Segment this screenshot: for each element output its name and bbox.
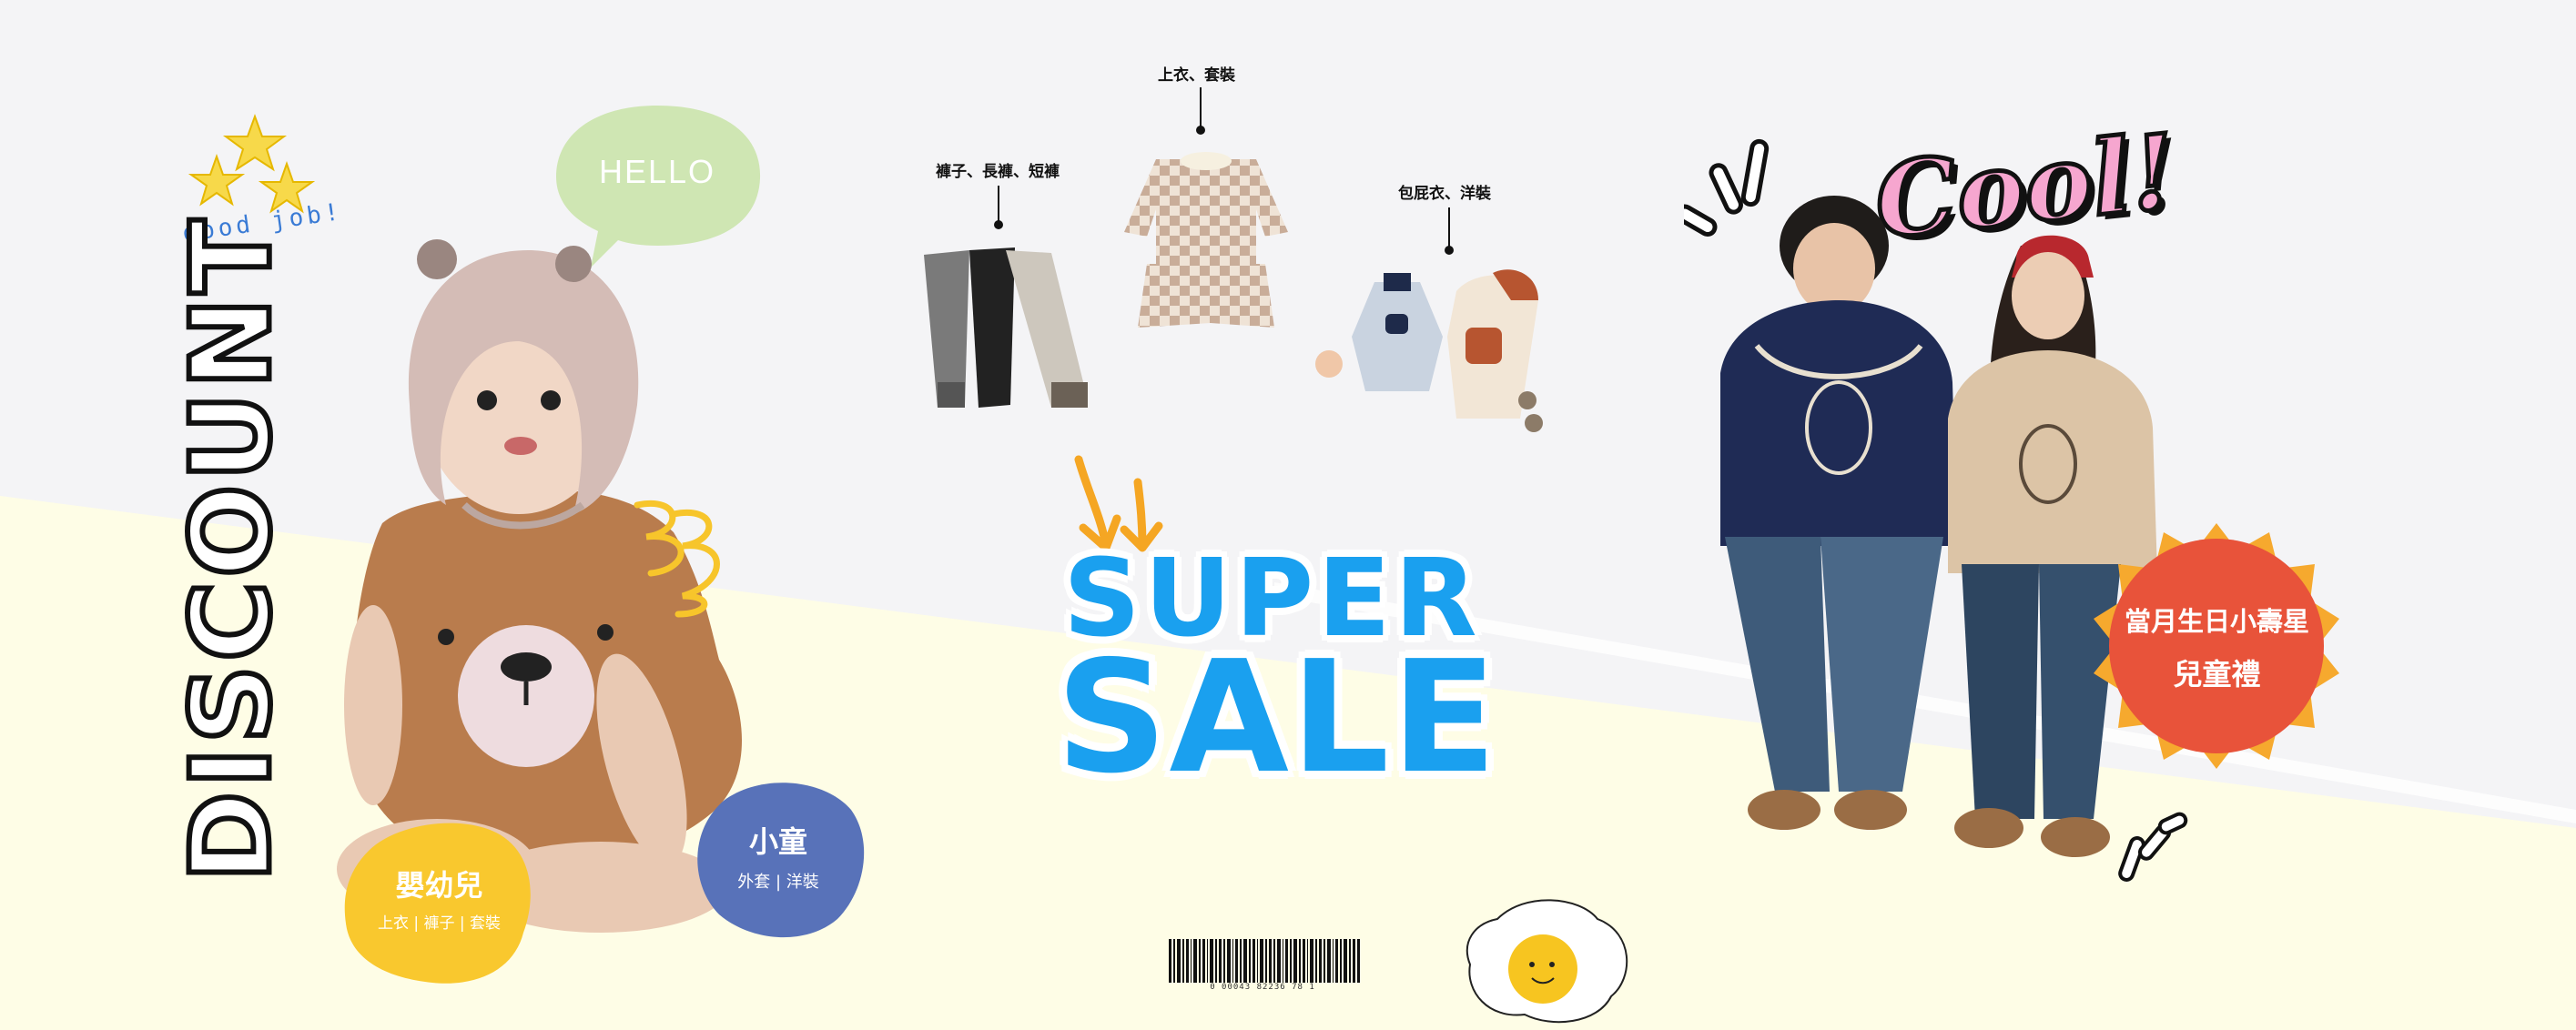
- birthday-badge-line2[interactable]: 兒童禮: [2092, 651, 2342, 693]
- bodysuits-label[interactable]: 包屁衣、洋裝: [1398, 180, 1491, 203]
- bodysuits-product-image[interactable]: [1311, 264, 1557, 437]
- barcode-number: 0 00043 82236 78 1: [1210, 983, 1315, 992]
- squiggle-doodle-icon: [634, 500, 720, 618]
- pants-product-image[interactable]: [915, 246, 1111, 414]
- hello-text: HELLO: [598, 153, 716, 190]
- birthday-badge[interactable]: [2092, 519, 2342, 773]
- tops-label[interactable]: 上衣、套裝: [1158, 62, 1235, 85]
- barcode-icon: [1169, 939, 1360, 983]
- baby-category-title[interactable]: 嬰幼兒: [341, 863, 537, 904]
- kids-category-subtitle: 外套 | 洋裝: [737, 873, 819, 892]
- kids-category-title[interactable]: 小童: [687, 819, 869, 861]
- discount-title: DISCOUNT: [167, 213, 299, 885]
- fried-egg-icon: [1465, 899, 1628, 1024]
- baby-category-subtitle: 上衣 | 褲子 | 套裝: [377, 914, 502, 933]
- bodysuits-pin: [1445, 207, 1454, 255]
- pants-pin: [994, 186, 1003, 229]
- tops-pin: [1196, 87, 1205, 135]
- pants-label[interactable]: 褲子、長褲、短褲: [936, 158, 1060, 181]
- sale-text: SALE: [1056, 628, 1499, 808]
- plaid-set-product-image[interactable]: [1120, 146, 1293, 332]
- birthday-badge-line1[interactable]: 當月生日小壽星: [2092, 601, 2342, 639]
